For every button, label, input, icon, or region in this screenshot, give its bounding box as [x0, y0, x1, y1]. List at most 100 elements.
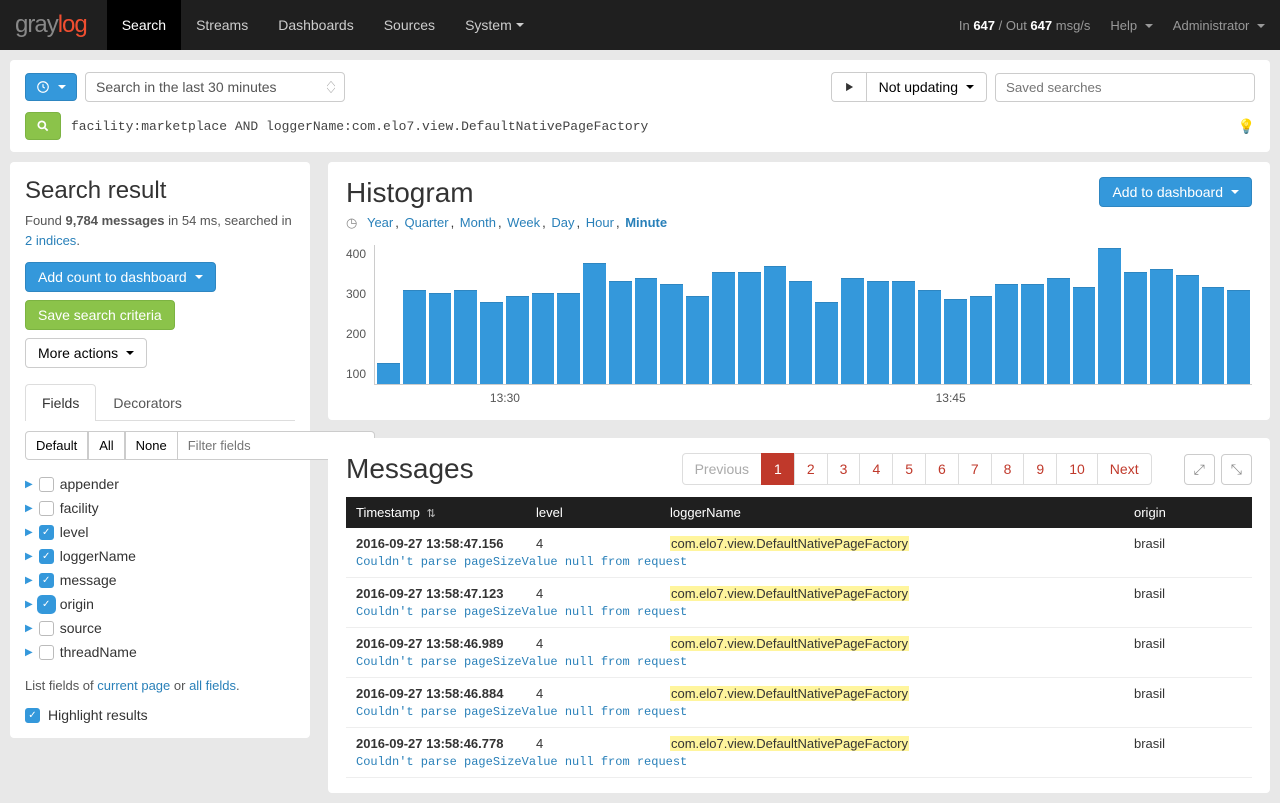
all-fields-link[interactable]: all fields — [189, 678, 236, 693]
highlight-checkbox[interactable] — [25, 708, 40, 723]
page-10[interactable]: 10 — [1056, 453, 1098, 485]
interval-year[interactable]: Year — [367, 215, 393, 230]
expand-icon[interactable]: ▶ — [25, 575, 33, 586]
message-row[interactable]: 2016-09-27 13:58:47.1564com.elo7.view.De… — [346, 528, 1252, 578]
expand-icon[interactable]: ▶ — [25, 647, 33, 658]
bar[interactable] — [609, 281, 632, 384]
bar[interactable] — [1021, 284, 1044, 384]
admin-menu[interactable]: Administrator — [1173, 18, 1265, 33]
interval-minute[interactable]: Minute — [625, 215, 667, 230]
message-row[interactable]: 2016-09-27 13:58:47.1234com.elo7.view.De… — [346, 578, 1252, 628]
field-checkbox[interactable] — [39, 645, 54, 660]
bar[interactable] — [583, 263, 606, 384]
bar[interactable] — [1150, 269, 1173, 384]
bar[interactable] — [1124, 272, 1147, 384]
play-button[interactable] — [831, 72, 866, 102]
time-range-select[interactable]: Search in the last 30 minutes — [85, 72, 345, 102]
bar[interactable] — [1073, 287, 1096, 384]
bar[interactable] — [867, 281, 890, 384]
message-row[interactable]: 2016-09-27 13:58:46.9894com.elo7.view.De… — [346, 628, 1252, 678]
page-next[interactable]: Next — [1097, 453, 1152, 485]
message-row[interactable]: 2016-09-27 13:58:46.8844com.elo7.view.De… — [346, 678, 1252, 728]
expand-icon[interactable]: ▶ — [25, 503, 33, 514]
expand-icon[interactable]: ▶ — [25, 551, 33, 562]
bar[interactable] — [1047, 278, 1070, 384]
expand-icon[interactable]: ▶ — [25, 479, 33, 490]
page-8[interactable]: 8 — [991, 453, 1025, 485]
page-5[interactable]: 5 — [892, 453, 926, 485]
help-menu[interactable]: Help — [1110, 18, 1152, 33]
filter-all-button[interactable]: All — [88, 431, 124, 460]
bar[interactable] — [892, 281, 915, 384]
bar[interactable] — [660, 284, 683, 384]
logo[interactable]: graylog — [15, 11, 87, 39]
query-input[interactable] — [71, 119, 1228, 134]
bar[interactable] — [918, 290, 941, 384]
bar[interactable] — [532, 293, 555, 384]
indices-link[interactable]: 2 indices — [25, 233, 76, 248]
nav-search[interactable]: Search — [107, 0, 181, 50]
nav-dashboards[interactable]: Dashboards — [263, 0, 369, 50]
bar[interactable] — [454, 290, 477, 384]
bar[interactable] — [377, 363, 400, 384]
filter-none-button[interactable]: None — [125, 431, 178, 460]
field-checkbox[interactable] — [39, 597, 54, 612]
lightbulb-icon[interactable]: 💡 — [1238, 118, 1255, 135]
interval-week[interactable]: Week — [507, 215, 540, 230]
bar[interactable] — [995, 284, 1018, 384]
add-count-button[interactable]: Add count to dashboard — [25, 262, 216, 292]
bar[interactable] — [738, 272, 761, 384]
field-checkbox[interactable] — [39, 501, 54, 516]
interval-quarter[interactable]: Quarter — [404, 215, 448, 230]
expand-icon[interactable]: ▶ — [25, 623, 33, 634]
bar[interactable] — [1098, 248, 1121, 384]
nav-streams[interactable]: Streams — [181, 0, 263, 50]
interval-month[interactable]: Month — [460, 215, 496, 230]
field-checkbox[interactable] — [39, 621, 54, 636]
bar[interactable] — [403, 290, 426, 384]
bar[interactable] — [815, 302, 838, 384]
bar[interactable] — [841, 278, 864, 384]
page-previous[interactable]: Previous — [682, 453, 762, 485]
saved-searches-select[interactable] — [995, 73, 1255, 102]
nav-system[interactable]: System — [450, 0, 539, 50]
interval-hour[interactable]: Hour — [586, 215, 614, 230]
page-7[interactable]: 7 — [958, 453, 992, 485]
histogram-chart[interactable]: 400300200100 13:3013:45 — [346, 245, 1252, 405]
filter-default-button[interactable]: Default — [25, 431, 88, 460]
bar[interactable] — [944, 299, 967, 384]
bar[interactable] — [764, 266, 787, 384]
bar[interactable] — [480, 302, 503, 384]
current-page-link[interactable]: current page — [97, 678, 170, 693]
bar[interactable] — [1227, 290, 1250, 384]
collapse-button[interactable]: ⤡ — [1221, 454, 1252, 485]
bar[interactable] — [1202, 287, 1225, 384]
add-to-dashboard-button[interactable]: Add to dashboard — [1099, 177, 1252, 207]
page-9[interactable]: 9 — [1023, 453, 1057, 485]
bar[interactable] — [789, 281, 812, 384]
bar[interactable] — [557, 293, 580, 384]
field-checkbox[interactable] — [39, 573, 54, 588]
bar[interactable] — [1176, 275, 1199, 384]
expand-icon[interactable]: ▶ — [25, 527, 33, 538]
nav-sources[interactable]: Sources — [369, 0, 450, 50]
page-4[interactable]: 4 — [859, 453, 893, 485]
bar[interactable] — [635, 278, 658, 384]
page-2[interactable]: 2 — [794, 453, 828, 485]
bar[interactable] — [686, 296, 709, 384]
sort-icon[interactable]: ⇅ — [426, 508, 435, 520]
more-actions-button[interactable]: More actions — [25, 338, 147, 368]
update-interval-button[interactable]: Not updating — [866, 72, 987, 102]
expand-button[interactable]: ⤢ — [1184, 454, 1215, 485]
field-checkbox[interactable] — [39, 549, 54, 564]
expand-icon[interactable]: ▶ — [25, 599, 33, 610]
page-1[interactable]: 1 — [761, 453, 795, 485]
save-criteria-button[interactable]: Save search criteria — [25, 300, 175, 330]
tab-decorators[interactable]: Decorators — [96, 384, 198, 421]
time-config-button[interactable] — [25, 73, 77, 101]
search-button[interactable] — [25, 112, 61, 140]
interval-day[interactable]: Day — [551, 215, 574, 230]
bar[interactable] — [506, 296, 529, 384]
bar[interactable] — [429, 293, 452, 384]
field-checkbox[interactable] — [39, 525, 54, 540]
